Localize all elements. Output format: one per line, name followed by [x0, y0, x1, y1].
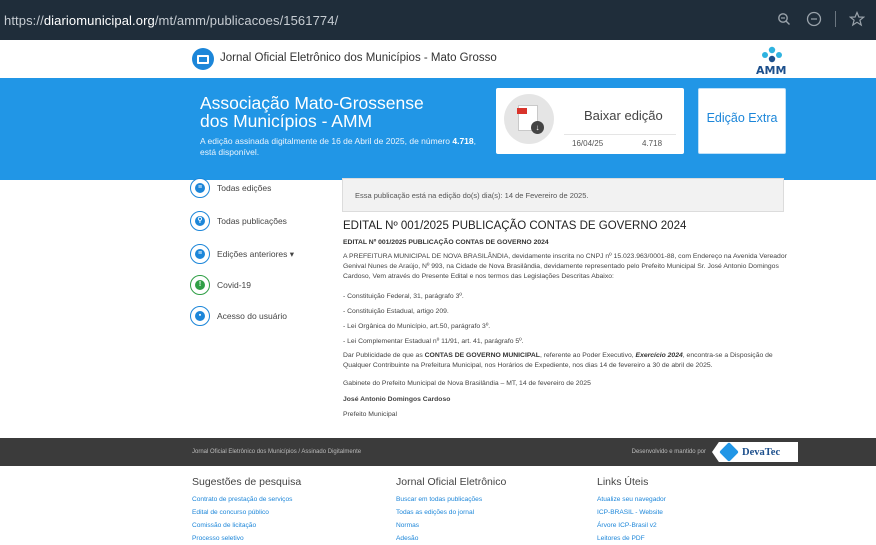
devatec-name: DevaTec — [742, 446, 781, 458]
footer-link[interactable]: Contrato de prestação de serviços — [192, 493, 301, 506]
body-text: Dar Publicidade de que as — [343, 352, 425, 359]
place-date: Gabinete do Prefeito Municipal de Nova B… — [343, 380, 591, 387]
star-icon[interactable] — [848, 10, 866, 28]
download-number: 4.718 — [642, 139, 663, 148]
body-text: , referente ao Poder Executivo, — [539, 352, 636, 359]
column-title: Jornal Oficial Eletrônico — [396, 476, 507, 488]
law-item: - Constituição Federal, 31, parágrafo 3º… — [343, 293, 464, 300]
footer-left-text: Jornal Oficial Eletrônico dos Municípios… — [192, 449, 362, 455]
footer-link[interactable]: Buscar em todas publicações — [396, 493, 506, 506]
browser-actions — [775, 10, 866, 28]
reader-icon[interactable] — [805, 10, 823, 28]
article-title: EDITAL Nº 001/2025 PUBLICAÇÃO CONTAS DE … — [343, 220, 687, 232]
notice-text: Essa publicação está na edição do(s) dia… — [355, 191, 589, 200]
signer-role: Prefeito Municipal — [343, 411, 398, 418]
edition-description: A edição assinada digitalmente de 16 de … — [200, 136, 480, 158]
footer-right-text: Desenvolvido e mantido por — [631, 449, 706, 455]
footer-link[interactable]: Leitores de PDF — [597, 532, 666, 545]
org-name: Associação Mato-Grossense dos Municípios… — [200, 93, 424, 131]
article-subtitle: EDITAL Nº 001/2025 PUBLICAÇÃO CONTAS DE … — [343, 239, 549, 246]
divider — [835, 11, 836, 27]
url-text[interactable]: https://diariomunicipal.org/mt/amm/publi… — [4, 13, 338, 28]
footer-link[interactable]: Todas as edições do jornal — [396, 506, 506, 519]
footer-link[interactable]: ICP-BRASIL - Website — [597, 506, 666, 519]
sidebar-item-user-access[interactable]: ▪ Acesso do usuário — [190, 306, 287, 326]
body-bold-italic: Exercício 2024 — [635, 352, 683, 359]
search-icon: ⚲ — [190, 211, 210, 231]
url-prefix: https:// — [4, 12, 44, 28]
edition-notice: Essa publicação está na edição do(s) dia… — [342, 178, 784, 212]
links-column-journal: Jornal Oficial Eletrônico Buscar em toda… — [396, 476, 506, 545]
edition-banner: Associação Mato-Grossense dos Municípios… — [0, 78, 876, 180]
footer-link[interactable]: Processo seletivo — [192, 532, 301, 545]
sidebar-item-label: Covid-19 — [217, 280, 252, 290]
download-label: Baixar edição — [584, 108, 663, 123]
footer-bar: Jornal Oficial Eletrônico dos Municípios… — [0, 438, 876, 466]
browser-url-bar[interactable]: https://diariomunicipal.org/mt/amm/publi… — [0, 0, 876, 40]
sidebar-item-label: Edições anteriores ▾ — [217, 248, 295, 259]
law-item: - Lei Complementar Estadual nº 11/91, ar… — [343, 338, 524, 345]
footer-link[interactable]: Comissão de licitação — [192, 519, 301, 532]
site-title[interactable]: Jornal Oficial Eletrônico dos Municípios… — [220, 52, 497, 64]
signer-name: José Antonio Domingos Cardoso — [343, 396, 451, 403]
extra-edition-button[interactable]: Edição Extra — [698, 88, 786, 154]
url-path: /mt/amm/publicacoes/1561774/ — [154, 12, 339, 28]
download-date: 16/04/25 — [572, 139, 604, 148]
warning-icon: ! — [190, 275, 210, 295]
sidebar-item-label: Todas edições — [217, 183, 272, 193]
newspaper-icon[interactable] — [192, 48, 214, 70]
menu-icon: ≡ — [190, 244, 210, 264]
download-edition-card[interactable]: ↓ Baixar edição 16/04/25 4.718 — [496, 88, 684, 154]
zoom-icon[interactable] — [775, 10, 793, 28]
site-header: Jornal Oficial Eletrônico dos Municípios… — [0, 40, 876, 78]
sidebar-item-label: Todas publicações — [217, 216, 287, 226]
sidebar-item-all-editions[interactable]: ≡ Todas edições — [190, 178, 271, 198]
footer-link[interactable]: Atualize seu navegador — [597, 493, 666, 506]
footer-link[interactable]: Normas — [396, 519, 506, 532]
footer-link[interactable]: Árvore ICP-Brasil v2 — [597, 519, 666, 532]
sidebar-item-label: Acesso do usuário — [217, 311, 287, 321]
law-item: - Constituição Estadual, artigo 209. — [343, 308, 449, 315]
column-title: Sugestões de pesquisa — [192, 476, 302, 488]
list-icon: ≡ — [190, 178, 210, 198]
devatec-logo[interactable]: DevaTec — [712, 442, 798, 462]
links-column-useful: Links Úteis Atualize seu navegador ICP-B… — [597, 476, 666, 545]
url-domain: diariomunicipal.org — [43, 12, 155, 28]
sidebar-item-covid[interactable]: ! Covid-19 — [190, 275, 251, 295]
column-title: Links Úteis — [597, 476, 649, 488]
lock-icon: ▪ — [190, 306, 210, 326]
sidebar-item-previous-editions[interactable]: ≡ Edições anteriores ▾ — [190, 244, 294, 264]
amm-logo[interactable]: AMM — [752, 44, 792, 77]
extra-edition-label: Edição Extra — [706, 111, 778, 125]
devatec-icon — [719, 442, 739, 462]
article-intro: A PREFEITURA MUNICIPAL DE NOVA BRASILÂND… — [343, 253, 787, 280]
footer-links: Sugestões de pesquisa Contrato de presta… — [0, 466, 876, 542]
edition-number: 4.718 — [452, 136, 474, 146]
sidebar-item-all-publications[interactable]: ⚲ Todas publicações — [190, 211, 287, 231]
amm-logo-text: AMM — [756, 64, 787, 77]
links-column-suggestions: Sugestões de pesquisa Contrato de presta… — [192, 476, 301, 545]
edition-text-prefix: A edição assinada digitalmente de 16 de … — [200, 136, 450, 146]
body-bold: CONTAS DE GOVERNO MUNICIPAL — [424, 352, 540, 359]
footer-link[interactable]: Adesão — [396, 532, 506, 545]
law-item: - Lei Orgânica do Município, art.50, par… — [343, 323, 491, 330]
divider — [564, 134, 676, 135]
footer-link[interactable]: Edital de concurso público — [192, 506, 301, 519]
article-body: Dar Publicidade de que as CONTAS DE GOVE… — [343, 351, 787, 371]
pdf-download-icon: ↓ — [504, 94, 554, 144]
